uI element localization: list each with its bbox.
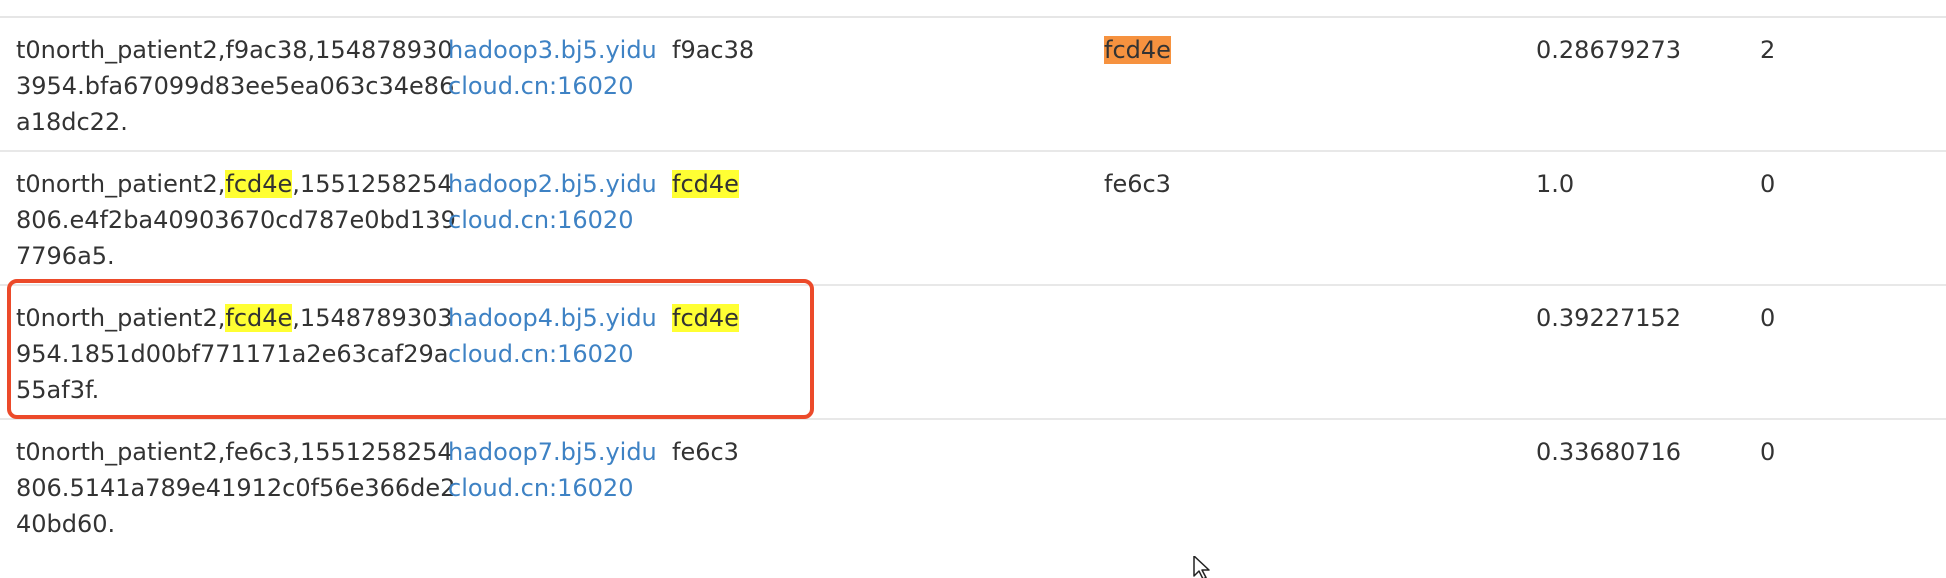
locality-cell: 0.28679273: [1536, 36, 1682, 64]
region-name-part: ,1548789303: [292, 304, 453, 332]
start-key-cell: fe6c3: [672, 434, 872, 470]
region-name-line: a18dc22.: [16, 104, 426, 140]
region-name-line: 55af3f.: [16, 372, 426, 408]
region-name-cell: t0north_patient2,fcd4e,1548789303 954.18…: [16, 300, 453, 408]
server-link-line[interactable]: cloud.cn:16020: [448, 470, 658, 506]
region-name-line: t0north_patient2,fcd4e,1548789303: [16, 300, 453, 336]
region-name-line: 7796a5.: [16, 238, 426, 274]
server-link-line[interactable]: cloud.cn:16020: [448, 68, 658, 104]
start-key-cell: fcd4e: [672, 166, 872, 202]
table-row: t0north_patient2,fcd4e,1548789303 954.18…: [0, 286, 1946, 420]
region-name-line: 806.e4f2ba40903670cd787e0bd139: [16, 202, 456, 238]
end-key-value: fe6c3: [1104, 170, 1171, 198]
region-name-part: t0north_patient2,: [16, 170, 226, 198]
start-key-value: fcd4e: [672, 170, 739, 198]
requests-cell: 0: [1760, 438, 1776, 466]
server-link-line[interactable]: hadoop2.bj5.yidu: [448, 166, 658, 202]
region-name-part: 40bd60.: [16, 510, 116, 538]
region-name-line: 806.5141a789e41912c0f56e366de2: [16, 470, 455, 506]
locality-cell: 1.0: [1536, 170, 1575, 198]
server-link-line[interactable]: cloud.cn:16020: [448, 336, 658, 372]
region-name-part: 3954.bfa67099d83ee5ea063c34e86: [16, 72, 455, 100]
region-server-link[interactable]: hadoop7.bj5.yidu cloud.cn:16020: [448, 434, 658, 506]
region-name-cell: t0north_patient2,fe6c3,1551258254 806.51…: [16, 434, 455, 542]
end-key-cell: fe6c3: [1104, 166, 1304, 202]
start-key-value: f9ac38: [672, 36, 755, 64]
server-link-line[interactable]: hadoop7.bj5.yidu: [448, 434, 658, 470]
region-name-part: 806.5141a789e41912c0f56e366de2: [16, 474, 456, 502]
server-link-line[interactable]: hadoop4.bj5.yidu: [448, 300, 658, 336]
region-name-part: ,1551258254: [292, 170, 453, 198]
region-name-part: 806.e4f2ba40903670cd787e0bd139: [16, 206, 456, 234]
region-server-link[interactable]: hadoop4.bj5.yidu cloud.cn:16020: [448, 300, 658, 372]
requests-cell: 0: [1760, 170, 1776, 198]
requests-cell: 0: [1760, 304, 1776, 332]
start-key-value: fe6c3: [672, 438, 739, 466]
start-key-cell: f9ac38: [672, 32, 872, 68]
table-row: t0north_patient2,fe6c3,1551258254 806.51…: [0, 420, 1946, 554]
requests-cell: 2: [1760, 36, 1776, 64]
region-name-cell: t0north_patient2,fcd4e,1551258254 806.e4…: [16, 166, 456, 274]
region-name-part: a18dc22.: [16, 108, 128, 136]
region-name-cell: t0north_patient2,f9ac38,154878930 3954.b…: [16, 32, 454, 140]
search-highlight: fcd4e: [225, 304, 293, 332]
table-row: t0north_patient2,f9ac38,154878930 3954.b…: [0, 18, 1946, 152]
locality-cell: 0.33680716: [1536, 438, 1682, 466]
region-name-line: t0north_patient2,fcd4e,1551258254: [16, 166, 453, 202]
locality-cell: 0.39227152: [1536, 304, 1682, 332]
region-name-part: 7796a5.: [16, 242, 115, 270]
region-server-link[interactable]: hadoop2.bj5.yidu cloud.cn:16020: [448, 166, 658, 238]
server-link-line[interactable]: cloud.cn:16020: [448, 202, 658, 238]
region-name-part: 954.1851d00bf771171a2e63caf29a: [16, 340, 449, 368]
table-row: t0north_patient2,fcd4e,1551258254 806.e4…: [0, 152, 1946, 286]
search-highlight: fcd4e: [225, 170, 293, 198]
region-name-part: t0north_patient2,fe6c3,1551258254: [16, 438, 453, 466]
regions-table-view: t0north_patient2,f9ac38,154878930 3954.b…: [0, 0, 1946, 578]
region-name-line: 3954.bfa67099d83ee5ea063c34e86: [16, 68, 454, 104]
start-key-cell: fcd4e: [672, 300, 872, 336]
end-key-value: fcd4e: [1104, 36, 1171, 64]
mouse-pointer-icon: [1193, 556, 1210, 578]
region-server-link[interactable]: hadoop3.bj5.yidu cloud.cn:16020: [448, 32, 658, 104]
region-name-line: 40bd60.: [16, 506, 426, 542]
start-key-value: fcd4e: [672, 304, 739, 332]
region-name-part: 55af3f.: [16, 376, 100, 404]
region-name-line: t0north_patient2,f9ac38,154878930: [16, 32, 453, 68]
region-name-part: t0north_patient2,f9ac38,154878930: [16, 36, 453, 64]
region-name-line: 954.1851d00bf771171a2e63caf29a: [16, 336, 448, 372]
end-key-cell: fcd4e: [1104, 32, 1304, 68]
region-name-line: t0north_patient2,fe6c3,1551258254: [16, 434, 453, 470]
region-name-part: t0north_patient2,: [16, 304, 226, 332]
server-link-line[interactable]: hadoop3.bj5.yidu: [448, 32, 658, 68]
